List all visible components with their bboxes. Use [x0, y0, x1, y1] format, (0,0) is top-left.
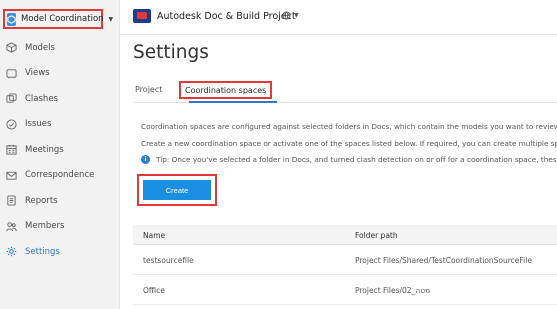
project-logo — [133, 9, 151, 23]
create-button-highlight: Create — [137, 174, 217, 206]
sidebar-item-label: Reports — [25, 195, 58, 206]
clashes-icon — [5, 93, 17, 105]
members-icon — [5, 220, 17, 232]
cell-folder-path: Project Files/Shared/TestCoordinationSou… — [355, 256, 532, 265]
sidebar-item-issues[interactable]: Issues — [0, 112, 119, 138]
sidebar-item-label: Settings — [25, 246, 60, 257]
project-chevron-down-icon[interactable]: ▼ — [294, 12, 299, 19]
top-bar: Model Coordination ▼ Autodesk Doc & Buil… — [0, 0, 557, 35]
project-name[interactable]: Autodesk Doc & Build Project — [157, 11, 296, 22]
sidebar-item-label: Correspondence — [25, 170, 95, 181]
sidebar-item-meetings[interactable]: Meetings — [0, 137, 119, 163]
sidebar-item-clashes[interactable]: Clashes — [0, 86, 119, 112]
sidebar-item-label: Models — [25, 42, 55, 53]
cell-name: Office — [143, 286, 165, 295]
sidebar-item-correspondence[interactable]: Correspondence — [0, 163, 119, 189]
description-line-1: Coordination spaces are configured again… — [141, 122, 557, 131]
module-header: Model Coordination ▼ — [0, 0, 120, 35]
sidebar-item-label: Views — [25, 68, 50, 79]
main-content: Settings Project Coordination spaces Coo… — [121, 36, 557, 309]
sidebar-item-models[interactable]: Models — [0, 35, 119, 61]
model-coordination-icon — [7, 12, 16, 26]
page-title: Settings — [133, 42, 209, 63]
calendar-icon — [5, 144, 17, 156]
report-icon — [5, 195, 17, 207]
coordination-spaces-table: Name Folder path testsourcefile Project … — [133, 225, 557, 305]
tab-coordination-spaces[interactable]: Coordination spaces — [179, 81, 273, 99]
check-circle-icon — [5, 118, 17, 130]
cell-folder-path: Project Files/02_מטה — [355, 286, 431, 295]
active-tab-indicator — [189, 101, 277, 103]
globe-icon — [282, 11, 291, 23]
sidebar: Models Views Clashes Issues Meetings Cor… — [0, 35, 120, 309]
tip-text: Tip: Once you've selected a folder in Do… — [156, 155, 557, 164]
chevron-down-icon: ▼ — [108, 15, 114, 23]
description-line-2: Create a new coordination space or activ… — [141, 139, 557, 148]
table-header: Name Folder path — [133, 225, 557, 245]
sidebar-item-label: Meetings — [25, 144, 64, 155]
settings-tabs: Project Coordination spaces — [133, 81, 557, 103]
views-icon — [5, 67, 17, 79]
tip-message: i Tip: Once you've selected a folder in … — [141, 155, 557, 164]
module-switcher[interactable]: Model Coordination ▼ — [3, 9, 113, 29]
create-button[interactable]: Create — [143, 180, 211, 200]
column-header-name[interactable]: Name — [143, 231, 165, 240]
mail-icon — [5, 169, 17, 181]
cube-icon — [5, 42, 17, 54]
sidebar-item-label: Clashes — [25, 93, 58, 104]
table-row[interactable]: testsourcefile Project Files/Shared/Test… — [133, 245, 557, 275]
info-icon: i — [141, 155, 150, 164]
tab-project[interactable]: Project — [135, 85, 162, 94]
sidebar-item-views[interactable]: Views — [0, 61, 119, 87]
module-label: Model Coordination — [21, 14, 104, 24]
cell-name: testsourcefile — [143, 256, 194, 265]
sidebar-item-label: Issues — [25, 119, 52, 130]
gear-icon — [5, 246, 17, 258]
column-header-folder-path[interactable]: Folder path — [355, 231, 398, 240]
sidebar-item-settings[interactable]: Settings — [0, 239, 119, 265]
sidebar-item-label: Members — [25, 221, 65, 232]
sidebar-item-members[interactable]: Members — [0, 214, 119, 240]
table-row[interactable]: Office Project Files/02_מטה — [133, 275, 557, 305]
sidebar-item-reports[interactable]: Reports — [0, 188, 119, 214]
